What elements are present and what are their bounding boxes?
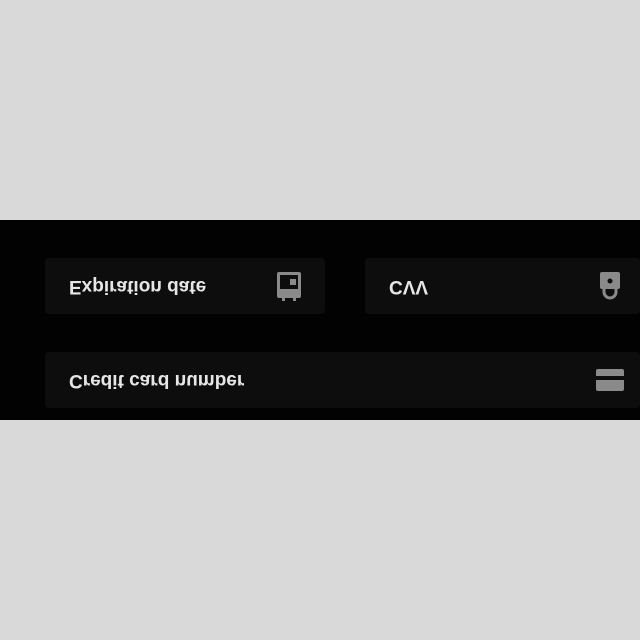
credit-card-icon (594, 364, 626, 396)
page: Credit card number Expiration date CVV (0, 0, 640, 640)
payment-form: Credit card number Expiration date CVV (0, 220, 640, 420)
cvv-placeholder: CVV (389, 276, 429, 297)
expiration-date-placeholder: Expiration date (69, 276, 207, 297)
calendar-icon (273, 270, 305, 302)
card-number-placeholder: Credit card number (69, 370, 245, 391)
cvv-field[interactable]: CVV (365, 258, 640, 314)
lock-icon (594, 270, 626, 302)
expiration-date-field[interactable]: Expiration date (45, 258, 325, 314)
card-number-field[interactable]: Credit card number (45, 352, 640, 408)
